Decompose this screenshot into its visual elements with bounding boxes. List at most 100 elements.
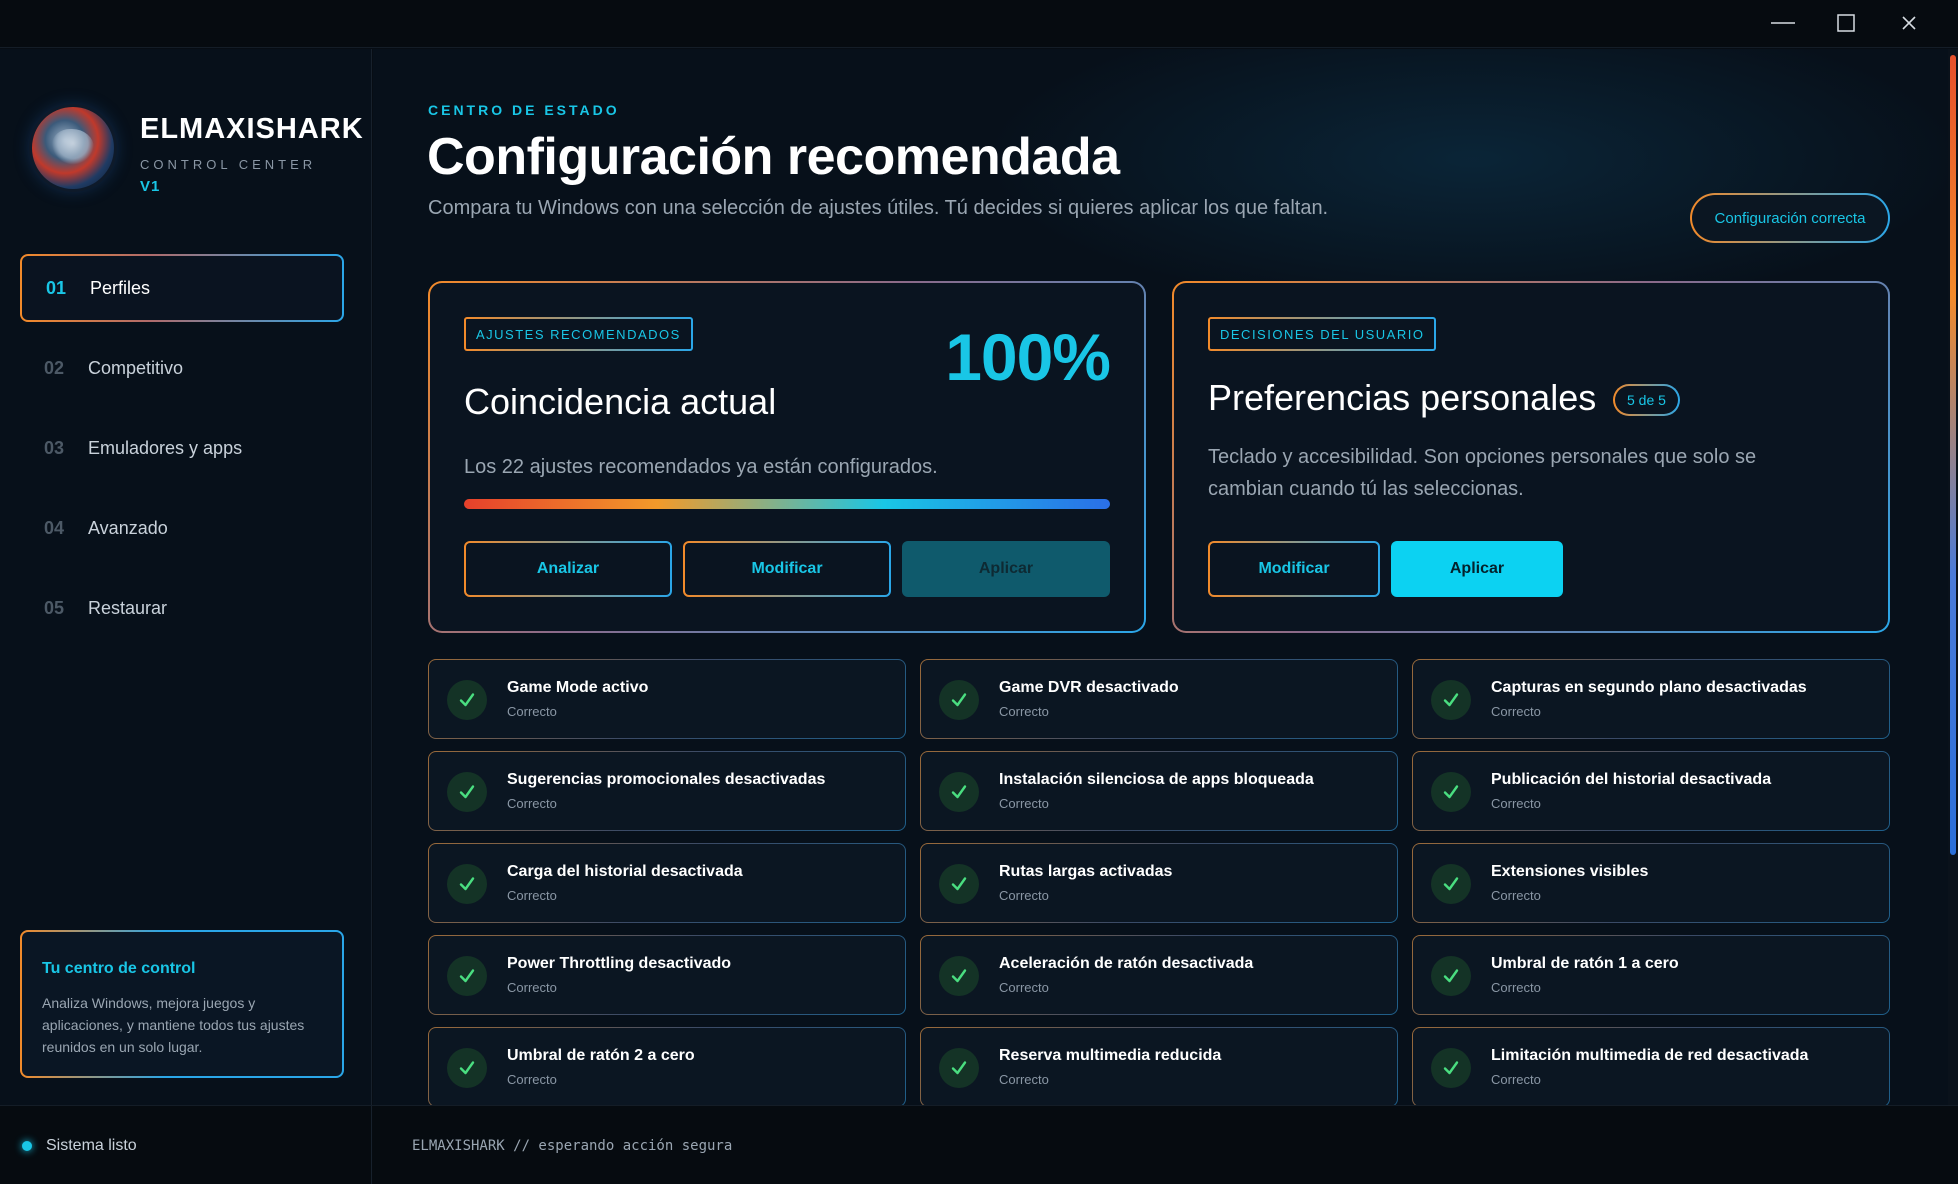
check-title: Carga del historial desactivada [507,863,743,880]
modify-button[interactable]: Modificar [683,541,891,597]
modify-button[interactable]: Modificar [1208,541,1380,597]
check-card: Publicación del historial desactivada Cor… [1412,751,1890,831]
checkmark-icon [1431,956,1471,996]
close-icon [1902,16,1916,30]
match-percentage: 100% [945,320,1111,394]
check-status: Correcto [999,888,1049,903]
checkmark-icon [1431,772,1471,812]
system-status-text: Sistema listo [46,1136,137,1154]
sidebar-item-perfiles[interactable]: 01 Perfiles [20,254,344,322]
check-status: Correcto [1491,704,1541,719]
brand-block: ELMAXISHARK CONTROL CENTER V1 [32,107,364,247]
check-status: Correcto [1491,1072,1541,1087]
check-card: Rutas largas activadas Correcto [920,843,1398,923]
sidebar-item-restaurar[interactable]: 05 Restaurar [20,574,344,642]
check-card: Reserva multimedia reducida Correcto [920,1027,1398,1105]
maximize-icon [1837,14,1855,32]
personal-preferences-panel: DECISIONES DEL USUARIO Preferencias pers… [1172,281,1890,633]
sidebar-item-label: Competitivo [88,357,184,378]
check-title: Instalación silenciosa de apps bloqueada [999,771,1314,788]
panel-tag: DECISIONES DEL USUARIO [1208,317,1436,351]
check-status: Correcto [507,796,557,811]
close-button[interactable] [1878,0,1940,46]
brand-subtitle: CONTROL CENTER [140,157,317,172]
check-title: Capturas en segundo plano desactivadas [1491,679,1807,696]
checkmark-icon [447,772,487,812]
page-kicker: CENTRO DE ESTADO [428,102,620,118]
apply-button[interactable]: Aplicar [902,541,1110,597]
scrollbar-thumb[interactable] [1950,55,1956,855]
avatar [32,107,114,189]
check-title: Limitación multimedia de red desactivada [1491,1047,1809,1064]
checkmark-icon [447,1048,487,1088]
check-status: Correcto [999,1072,1049,1087]
check-card: Umbral de ratón 2 a cero Correcto [428,1027,906,1105]
status-log: ELMAXISHARK // esperando acción segura [412,1137,733,1154]
check-title: Sugerencias promocionales desactivadas [507,771,826,788]
page-title: Configuración recomendada [427,128,1120,186]
check-status: Correcto [999,796,1049,811]
sidebar-item-label: Avanzado [88,517,168,538]
checkmark-icon [939,1048,979,1088]
sidebar-item-number: 01 [46,277,67,298]
scrollbar[interactable] [1948,49,1958,1105]
check-card: Capturas en segundo plano desactivadas Co… [1412,659,1890,739]
minimize-button[interactable] [1752,0,1814,46]
check-status: Correcto [507,1072,557,1087]
check-title: Publicación del historial desactivada [1491,771,1772,788]
analyze-button[interactable]: Analizar [464,541,672,597]
system-status: Sistema listo [0,1106,372,1184]
minimize-icon [1771,22,1795,24]
panel-title: Preferencias personales [1208,377,1597,418]
page-subtitle: Compara tu Windows con una selección de … [428,197,1329,219]
maximize-button[interactable] [1815,0,1877,46]
check-title: Extensiones visibles [1491,863,1649,880]
recommended-settings-panel: AJUSTES RECOMENDADOS 100% Coincidencia a… [428,281,1146,633]
check-card: Instalación silenciosa de apps bloqueada… [920,751,1398,831]
check-card: Limitación multimedia de red desactivada… [1412,1027,1890,1105]
sidebar-item-label: Emuladores y apps [88,437,243,458]
brand-version: V1 [140,178,161,195]
check-title: Reserva multimedia reducida [999,1047,1222,1064]
sidebar-item-label: Restaurar [88,597,168,618]
sidebar-item-emuladores[interactable]: 03 Emuladores y apps [20,414,344,482]
check-title: Aceleración de ratón desactivada [999,955,1254,972]
progress-fill [464,499,1110,509]
check-card: Carga del historial desactivada Correcto [428,843,906,923]
apply-button[interactable]: Aplicar [1391,541,1563,597]
sidebar-item-label: Perfiles [90,277,151,298]
sidebar: ELMAXISHARK CONTROL CENTER V1 01 Perfile… [0,49,372,1105]
status-dot-icon [22,1140,32,1151]
check-title: Umbral de ratón 1 a cero [1491,955,1679,972]
check-title: Rutas largas activadas [999,863,1173,880]
status-bar: Sistema listo ELMAXISHARK // esperando a… [0,1105,1958,1184]
check-status: Correcto [507,704,557,719]
check-card: Game DVR desactivado Correcto [920,659,1398,739]
info-card-title: Tu centro de control [42,960,196,977]
check-title: Power Throttling desactivado [507,955,732,972]
check-status: Correcto [507,980,557,995]
count-badge: 5 de 5 [1613,384,1680,416]
check-card: Umbral de ratón 1 a cero Correcto [1412,935,1890,1015]
checkmark-icon [939,956,979,996]
status-badge[interactable]: Configuración correcta [1690,193,1890,243]
checkmark-icon [939,864,979,904]
check-status: Correcto [1491,980,1541,995]
checkmark-icon [939,680,979,720]
info-card-body: Analiza Windows, mejora juegos y aplicac… [42,995,305,1055]
title-bar [0,0,1958,48]
check-card: Extensiones visibles Correcto [1412,843,1890,923]
brand-name: ELMAXISHARK [140,113,364,145]
check-title: Game Mode activo [507,679,649,696]
sidebar-nav: 01 Perfiles 02 Competitivo 03 Emuladores… [20,254,344,654]
sidebar-item-avanzado[interactable]: 04 Avanzado [20,494,344,562]
sidebar-item-competitivo[interactable]: 02 Competitivo [20,334,344,402]
sidebar-item-number: 02 [44,357,65,378]
check-status: Correcto [1491,796,1541,811]
check-title: Game DVR desactivado [999,679,1179,696]
check-status: Correcto [999,704,1049,719]
check-card: Sugerencias promocionales desactivadas Co… [428,751,906,831]
sidebar-item-number: 04 [44,517,65,538]
check-card: Power Throttling desactivado Correcto [428,935,906,1015]
panel-description: Los 22 ajustes recomendados ya están con… [464,456,938,478]
